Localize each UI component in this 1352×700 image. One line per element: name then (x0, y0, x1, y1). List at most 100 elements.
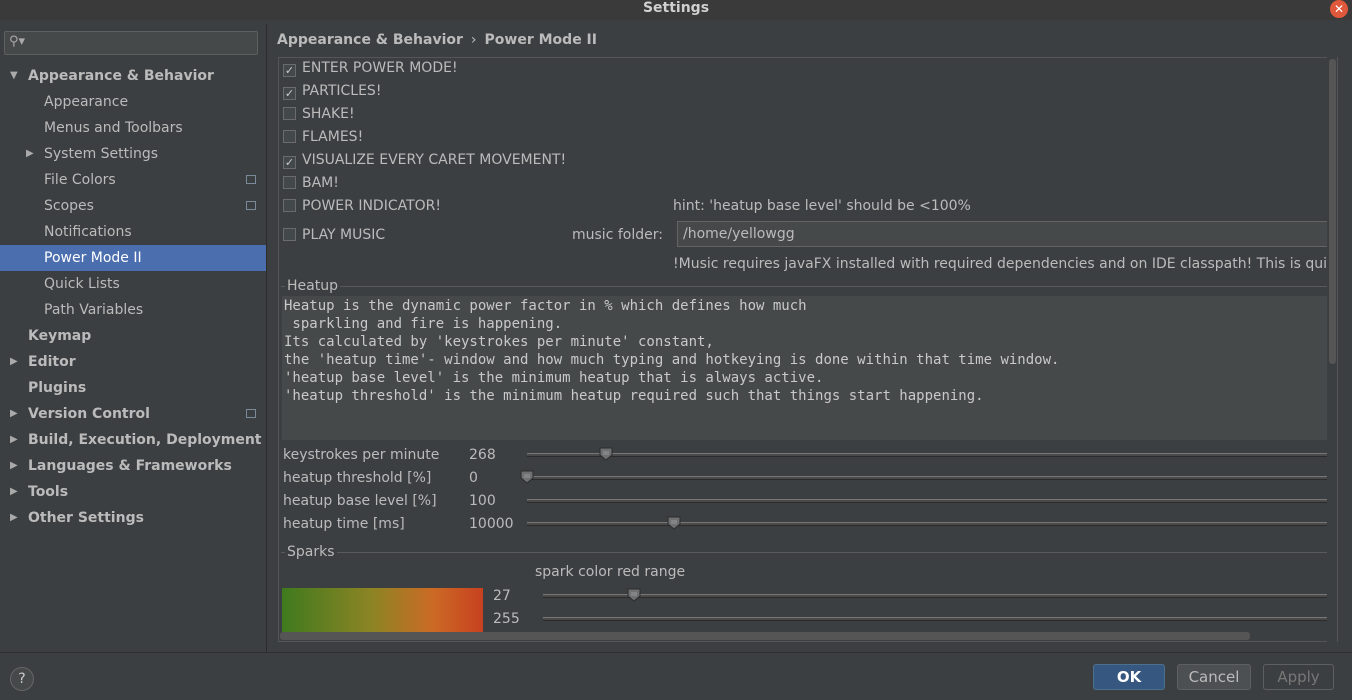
slider-label-base-level: heatup base level [%] (283, 493, 437, 509)
sidebar-item-keymap[interactable]: Keymap (28, 323, 91, 349)
keystrokes-slider-track[interactable] (527, 453, 1337, 457)
sidebar-item-notifications[interactable]: Notifications (44, 219, 132, 245)
slider-value-threshold: 0 (469, 470, 478, 486)
sparks-group-title: Sparks (285, 544, 337, 560)
slider-label-threshold: heatup threshold [%] (283, 470, 432, 486)
checkbox[interactable] (283, 228, 296, 241)
sparks-group-border (281, 552, 1337, 553)
option-label: ENTER POWER MODE! (302, 60, 458, 76)
option-label: VISUALIZE EVERY CARET MOVEMENT! (302, 152, 567, 168)
expand-arrow-icon[interactable]: ▼ (10, 63, 18, 89)
hint-text: hint: 'heatup base level' should be <100… (673, 198, 971, 214)
sidebar-item-file-colors[interactable]: File Colors (44, 167, 116, 193)
breadcrumb-parent: Appearance & Behavior (277, 32, 463, 48)
slider-label-keystrokes: keystrokes per minute (283, 447, 440, 463)
collapse-arrow-icon[interactable]: ▶ (26, 141, 34, 167)
cancel-button[interactable]: Cancel (1177, 664, 1251, 690)
search-icon: ⚲▾ (9, 34, 26, 49)
sidebar-item-appearance-behavior[interactable]: Appearance & Behavior (28, 63, 214, 89)
collapse-arrow-icon[interactable]: ▶ (10, 349, 18, 375)
slider-thumb[interactable] (520, 470, 534, 484)
slider-value-base-level: 100 (469, 493, 496, 509)
music-warning: !Music requires javaFX installed with re… (673, 256, 1338, 272)
title-bar: Settings ✕ (0, 0, 1352, 20)
project-scope-icon (246, 201, 256, 210)
spark-min-slider-track[interactable] (543, 594, 1337, 598)
option-label: SHAKE! (302, 106, 355, 122)
option-power-indicator[interactable]: POWER INDICATOR! (283, 196, 441, 216)
option-shake[interactable]: SHAKE! (283, 104, 355, 124)
checkbox[interactable] (283, 130, 296, 143)
checkbox[interactable]: ✓ (283, 156, 296, 169)
option-bam[interactable]: BAM! (283, 173, 339, 193)
checkbox[interactable] (283, 176, 296, 189)
project-scope-icon (246, 409, 256, 418)
threshold-slider-track[interactable] (527, 476, 1337, 480)
breadcrumb-current: Power Mode II (484, 32, 597, 48)
sidebar-item-power-mode[interactable]: Power Mode II (0, 245, 266, 271)
sidebar-item-other-settings[interactable]: Other Settings (28, 505, 144, 531)
collapse-arrow-icon[interactable]: ▶ (10, 401, 18, 427)
checkbox[interactable]: ✓ (283, 64, 296, 77)
heatup-group-title: Heatup (285, 278, 340, 294)
horizontal-scrollbar[interactable] (280, 632, 1250, 640)
option-label: PARTICLES! (302, 83, 382, 99)
search-input[interactable]: ⚲▾ (4, 31, 258, 55)
scrollbar-thumb[interactable] (1329, 59, 1336, 364)
sidebar-item-path-variables[interactable]: Path Variables (44, 297, 143, 323)
sidebar-item-quick-lists[interactable]: Quick Lists (44, 271, 120, 297)
music-folder-field[interactable]: /home/yellowgg (677, 221, 1337, 247)
checkbox[interactable] (283, 199, 296, 212)
vertical-scrollbar[interactable] (1327, 57, 1337, 642)
option-particles[interactable]: ✓ PARTICLES! (283, 81, 381, 101)
checkbox[interactable] (283, 107, 296, 120)
help-button[interactable]: ? (10, 667, 34, 691)
slider-label-heatup-time: heatup time [ms] (283, 516, 405, 532)
option-label: BAM! (302, 175, 339, 191)
breadcrumb-separator: › (470, 32, 477, 48)
dialog-footer: ? OK Cancel Apply (0, 652, 1352, 700)
sidebar-item-tools[interactable]: Tools (28, 479, 68, 505)
spark-max-slider-track[interactable] (543, 617, 1337, 621)
option-flames[interactable]: FLAMES! (283, 127, 363, 147)
sidebar-item-scopes[interactable]: Scopes (44, 193, 94, 219)
apply-button[interactable]: Apply (1263, 664, 1334, 690)
collapse-arrow-icon[interactable]: ▶ (10, 479, 18, 505)
window-title: Settings (642, 0, 710, 16)
sidebar-item-version-control[interactable]: Version Control (28, 401, 150, 427)
splitter[interactable] (266, 24, 267, 652)
ok-button[interactable]: OK (1093, 664, 1165, 690)
collapse-arrow-icon[interactable]: ▶ (10, 427, 18, 453)
option-visualize-caret[interactable]: ✓ VISUALIZE EVERY CARET MOVEMENT! (283, 150, 566, 170)
sidebar-item-menus-toolbars[interactable]: Menus and Toolbars (44, 115, 183, 141)
sidebar-item-plugins[interactable]: Plugins (28, 375, 86, 401)
sidebar-item-editor[interactable]: Editor (28, 349, 76, 375)
sidebar: ⚲▾ ▼ Appearance & Behavior Appearance Me… (0, 24, 266, 652)
sidebar-item-system-settings[interactable]: System Settings (44, 141, 158, 167)
sidebar-item-languages[interactable]: Languages & Frameworks (28, 453, 232, 479)
collapse-arrow-icon[interactable]: ▶ (10, 453, 18, 479)
option-play-music[interactable]: PLAY MUSIC (283, 225, 385, 245)
option-label: POWER INDICATOR! (302, 198, 442, 214)
collapse-arrow-icon[interactable]: ▶ (10, 505, 18, 531)
slider-value-keystrokes: 268 (469, 447, 496, 463)
heatup-group-border (281, 286, 1337, 287)
settings-panel: ✓ ENTER POWER MODE! ✓ PARTICLES! SHAKE! FL… (278, 57, 1338, 642)
close-icon[interactable]: ✕ (1330, 0, 1348, 18)
sidebar-item-build[interactable]: Build, Execution, Deployment (28, 427, 262, 453)
option-enter-power-mode[interactable]: ✓ ENTER POWER MODE! (283, 58, 458, 78)
music-folder-label: music folder: (572, 227, 663, 243)
side-tool-strip (1340, 20, 1352, 652)
slider-thumb[interactable] (667, 516, 681, 530)
spark-color-preview (282, 588, 483, 632)
option-label: PLAY MUSIC (302, 227, 386, 243)
base-level-slider-track[interactable] (527, 499, 1337, 503)
checkbox[interactable]: ✓ (283, 87, 296, 100)
sidebar-item-appearance[interactable]: Appearance (44, 89, 128, 115)
slider-thumb[interactable] (599, 447, 613, 461)
spark-max-value: 255 (493, 611, 520, 627)
slider-thumb[interactable] (627, 588, 641, 602)
heatup-time-slider-track[interactable] (527, 522, 1337, 526)
breadcrumb: Appearance & Behavior › Power Mode II (277, 32, 597, 48)
heatup-description: Heatup is the dynamic power factor in % … (282, 296, 1332, 440)
